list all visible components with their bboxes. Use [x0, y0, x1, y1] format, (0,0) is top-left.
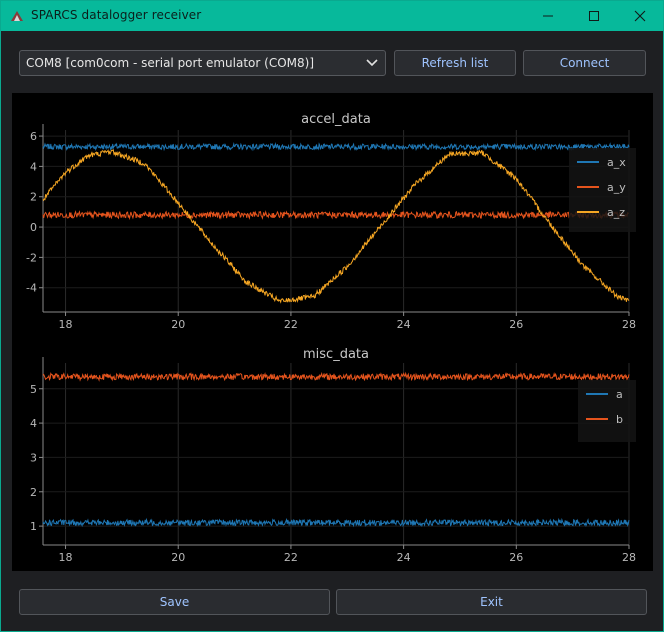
legend-label-a_z: a_z — [607, 206, 625, 219]
y-tick-label: 1 — [30, 520, 37, 533]
serial-port-select[interactable]: COM8 [com0com - serial port emulator (CO… — [19, 50, 386, 76]
x-tick-label: 28 — [622, 318, 636, 331]
x-tick-label: 22 — [284, 318, 298, 331]
title-bar[interactable]: SPARCS datalogger receiver — [1, 1, 663, 31]
charts-canvas[interactable]: accel_data18 20 22 24 26 286420-2-4a_xa_ya_zm… — [12, 93, 653, 571]
y-tick-label: 4 — [30, 160, 37, 173]
series-line-a_x — [42, 142, 630, 152]
minimize-button[interactable] — [525, 1, 571, 31]
x-tick-label: 18 — [59, 551, 73, 564]
app-window: SPARCS datalogger receiver COM8 [com0com… — [0, 0, 664, 632]
x-tick-label: 26 — [509, 318, 523, 331]
plot-panel: accel_data 18 20 22 24 26 28 6 4 2 0 -2 -4 a_x a_y a_z m… — [12, 93, 653, 571]
chart-title: misc_data — [303, 347, 369, 362]
x-tick-label: 24 — [397, 551, 411, 564]
x-tick-label: 22 — [284, 551, 298, 564]
legend-label-a_y: a_y — [607, 181, 626, 194]
maximize-icon — [589, 11, 599, 21]
legend-label-a: a — [616, 388, 623, 401]
legend-label-a_x: a_x — [607, 156, 626, 169]
legend-box — [578, 380, 636, 442]
y-tick-label: 4 — [30, 417, 37, 430]
chart-legend: ab — [578, 380, 636, 442]
x-tick-label: 28 — [622, 551, 636, 564]
legend-label-b: b — [616, 413, 623, 426]
x-tick-label: 26 — [509, 551, 523, 564]
serial-port-value: COM8 [com0com - serial port emulator (CO… — [26, 56, 314, 70]
close-icon — [634, 10, 646, 22]
x-tick-label: 24 — [397, 318, 411, 331]
y-tick-label: -4 — [26, 282, 37, 295]
y-tick-label: 2 — [30, 486, 37, 499]
y-tick-label: 2 — [30, 191, 37, 204]
y-tick-label: 3 — [30, 451, 37, 464]
y-tick-label: 6 — [30, 130, 37, 143]
chart-legend: a_x a_y a_z — [569, 148, 636, 232]
chart-title: accel_data — [301, 112, 371, 127]
series-line-a — [42, 517, 630, 528]
chevron-down-icon — [366, 59, 378, 67]
connect-button[interactable]: Connect — [523, 50, 646, 76]
legend-box — [569, 148, 636, 232]
x-tick-label: 18 — [59, 318, 73, 331]
chart-accel_data: accel_data18 20 22 24 26 286420-2-4a_xa_ya_z — [26, 112, 636, 331]
y-tick-label: -2 — [26, 251, 37, 264]
close-button[interactable] — [617, 1, 663, 31]
chart-misc_data: misc_data 18 20 22 24 26 28 5 4 3 2 1 ab — [30, 347, 636, 564]
x-tick-label: 20 — [171, 551, 185, 564]
refresh-list-button[interactable]: Refresh list — [394, 50, 516, 76]
x-tick-label: 20 — [171, 318, 185, 331]
series-line-a_z — [42, 149, 630, 304]
series-line-b — [42, 371, 630, 382]
minimize-icon — [543, 15, 553, 17]
maximize-button[interactable] — [571, 1, 617, 31]
y-tick-label: 0 — [30, 221, 37, 234]
app-logo-icon — [11, 11, 23, 21]
y-tick-label: 5 — [30, 383, 37, 396]
exit-button[interactable]: Exit — [336, 589, 647, 615]
window-title: SPARCS datalogger receiver — [31, 8, 202, 22]
save-button[interactable]: Save — [19, 589, 330, 615]
